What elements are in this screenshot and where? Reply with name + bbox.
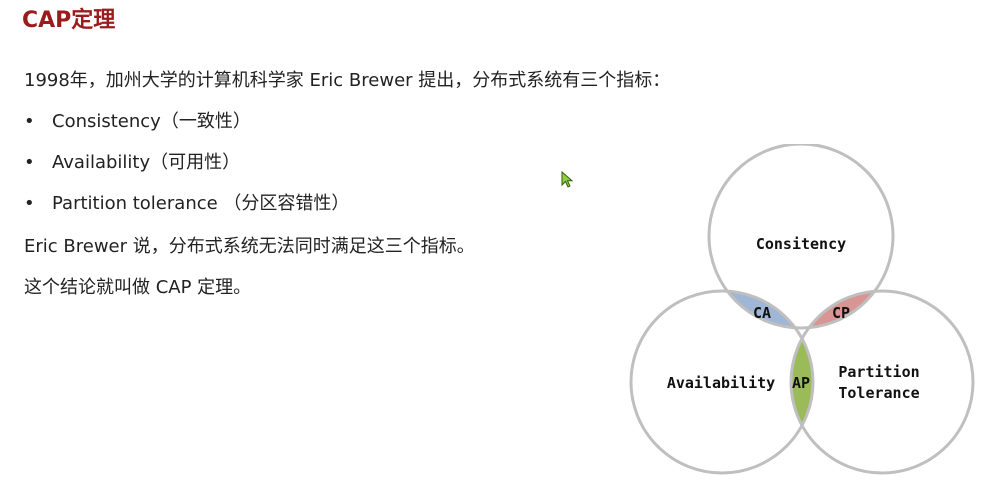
cp-label: CP xyxy=(832,304,850,322)
bullet-marker: • xyxy=(24,152,35,173)
mouse-cursor-icon xyxy=(561,171,574,188)
cap-venn-diagram: Consitency Availability Partition Tolera… xyxy=(629,144,975,475)
bullet-marker: • xyxy=(24,193,35,214)
intro-text: 1998年，加州大学的计算机科学家 Eric Brewer 提出，分布式系统有三… xyxy=(24,70,671,91)
tolerance-label: Tolerance xyxy=(838,384,919,402)
conclusion-text: 这个结论就叫做 CAP 定理。 xyxy=(24,277,252,298)
partition-tolerance-circle xyxy=(789,289,975,475)
page-title: CAP定理 xyxy=(22,8,116,33)
availability-label: Availability xyxy=(667,374,775,392)
partition-label: Partition xyxy=(838,363,919,381)
consistency-label: Consitency xyxy=(756,235,846,253)
bullet-partition-tolerance: • Partition tolerance （分区容错性） xyxy=(24,189,349,215)
ca-label: CA xyxy=(753,304,771,322)
bullet-marker: • xyxy=(24,111,35,132)
bullet-text: Consistency（一致性） xyxy=(52,111,251,132)
bullet-text: Availability（可用性） xyxy=(52,152,241,173)
ap-label: AP xyxy=(792,374,810,392)
bullet-consistency: • Consistency（一致性） xyxy=(24,107,251,133)
bullet-text: Partition tolerance （分区容错性） xyxy=(52,193,350,214)
bullet-availability: • Availability（可用性） xyxy=(24,148,240,174)
statement-text: Eric Brewer 说，分布式系统无法同时满足这三个指标。 xyxy=(24,236,475,257)
